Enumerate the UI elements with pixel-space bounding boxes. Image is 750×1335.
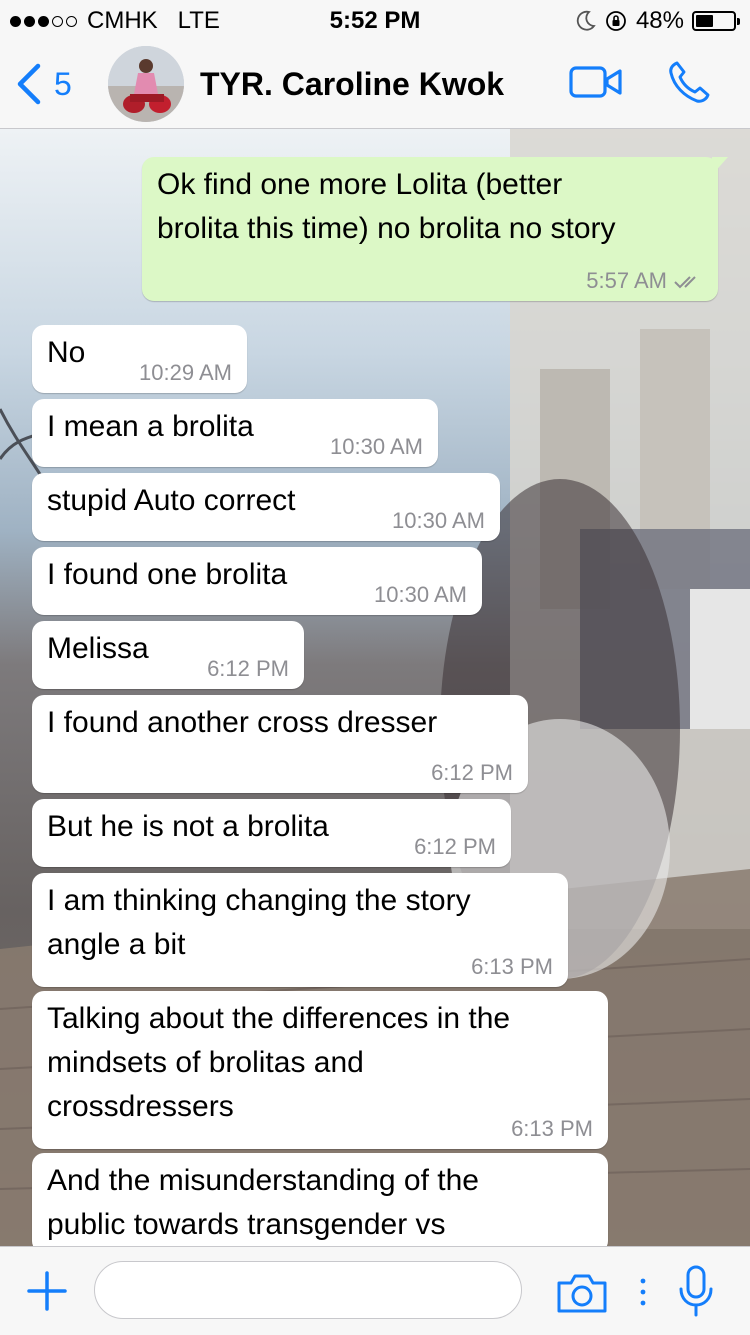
chat-header: 5 TYR. Caroline Kwok (0, 40, 750, 129)
message-text: I found another cross dresser (47, 706, 438, 739)
bubble-tail (712, 157, 728, 175)
message-timestamp: 10:30 AM (374, 584, 467, 606)
timestamp-text: 6:13 PM (471, 954, 553, 979)
message-timestamp: 6:12 PM (207, 658, 289, 680)
video-call-icon[interactable] (568, 58, 624, 108)
phone-call-icon[interactable] (664, 58, 720, 108)
battery-icon (692, 11, 740, 31)
status-bar: CMHK LTE 5:52 PM 48% (0, 0, 750, 40)
message-text: Talking about the differences in the min… (47, 1002, 511, 1123)
message-timestamp: 10:29 AM (139, 362, 232, 384)
timestamp-text: 10:30 AM (392, 508, 485, 533)
timestamp-text: 6:13 PM (511, 1116, 593, 1141)
message-timestamp: 5:57 AM (586, 270, 703, 292)
incoming-message[interactable]: I am thinking changing the story angle a… (32, 873, 568, 987)
timestamp-text: 5:57 AM (586, 268, 667, 293)
timestamp-text: 10:30 AM (330, 434, 423, 459)
status-right: 48% (576, 7, 740, 35)
message-timestamp: 10:30 AM (330, 436, 423, 458)
incoming-message[interactable]: I found one brolita 10:30 AM (32, 547, 482, 615)
incoming-message[interactable]: stupid Auto correct 10:30 AM (32, 473, 500, 541)
incoming-message[interactable]: Melissa 6:12 PM (32, 621, 304, 689)
message-text: And the misunderstanding of the public t… (47, 1164, 479, 1241)
moon-icon (576, 10, 596, 31)
incoming-message[interactable]: Talking about the differences in the min… (32, 991, 608, 1149)
incoming-message[interactable]: I mean a brolita 10:30 AM (32, 399, 438, 467)
chat-area[interactable]: Ok find one more Lolita (better brolita … (0, 129, 750, 1246)
incoming-message[interactable]: No 10:29 AM (32, 325, 247, 393)
timestamp-text: 6:12 PM (414, 834, 496, 859)
rotation-lock-icon (606, 11, 626, 31)
microphone-icon[interactable] (676, 1263, 716, 1319)
timestamp-text: 6:12 PM (207, 656, 289, 681)
timestamp-text: 10:30 AM (374, 582, 467, 607)
timestamp-text: 6:12 PM (431, 760, 513, 785)
message-timestamp: 6:13 PM (511, 1118, 593, 1140)
outgoing-message[interactable]: Ok find one more Lolita (better brolita … (142, 157, 728, 301)
battery-fill (696, 15, 713, 27)
incoming-message[interactable]: I found another cross dresser 6:12 PM (32, 695, 528, 793)
message-timestamp: 10:30 AM (392, 510, 485, 532)
more-dots-icon[interactable] (638, 1277, 648, 1311)
incoming-message[interactable]: But he is not a brolita 6:12 PM (32, 799, 511, 867)
plus-icon[interactable] (25, 1269, 69, 1313)
message-timestamp: 6:13 PM (471, 956, 553, 978)
message-text: Ok find one more Lolita (better brolita … (157, 168, 616, 245)
camera-icon[interactable] (555, 1271, 609, 1315)
incoming-message[interactable]: And the misunderstanding of the public t… (32, 1153, 608, 1246)
read-receipt-icon (674, 276, 696, 289)
timestamp-text: 10:29 AM (139, 360, 232, 385)
contact-name[interactable]: TYR. Caroline Kwok (200, 66, 504, 103)
message-input[interactable] (94, 1261, 522, 1319)
input-bar (0, 1246, 750, 1335)
back-button[interactable]: 5 (14, 62, 72, 106)
chevron-left-icon (17, 63, 41, 105)
avatar[interactable] (108, 46, 184, 122)
battery-percent: 48% (635, 7, 684, 34)
unread-count: 5 (54, 65, 72, 102)
message-timestamp: 6:12 PM (414, 836, 496, 858)
avatar-photo (108, 46, 184, 122)
message-timestamp: 6:12 PM (431, 762, 513, 784)
